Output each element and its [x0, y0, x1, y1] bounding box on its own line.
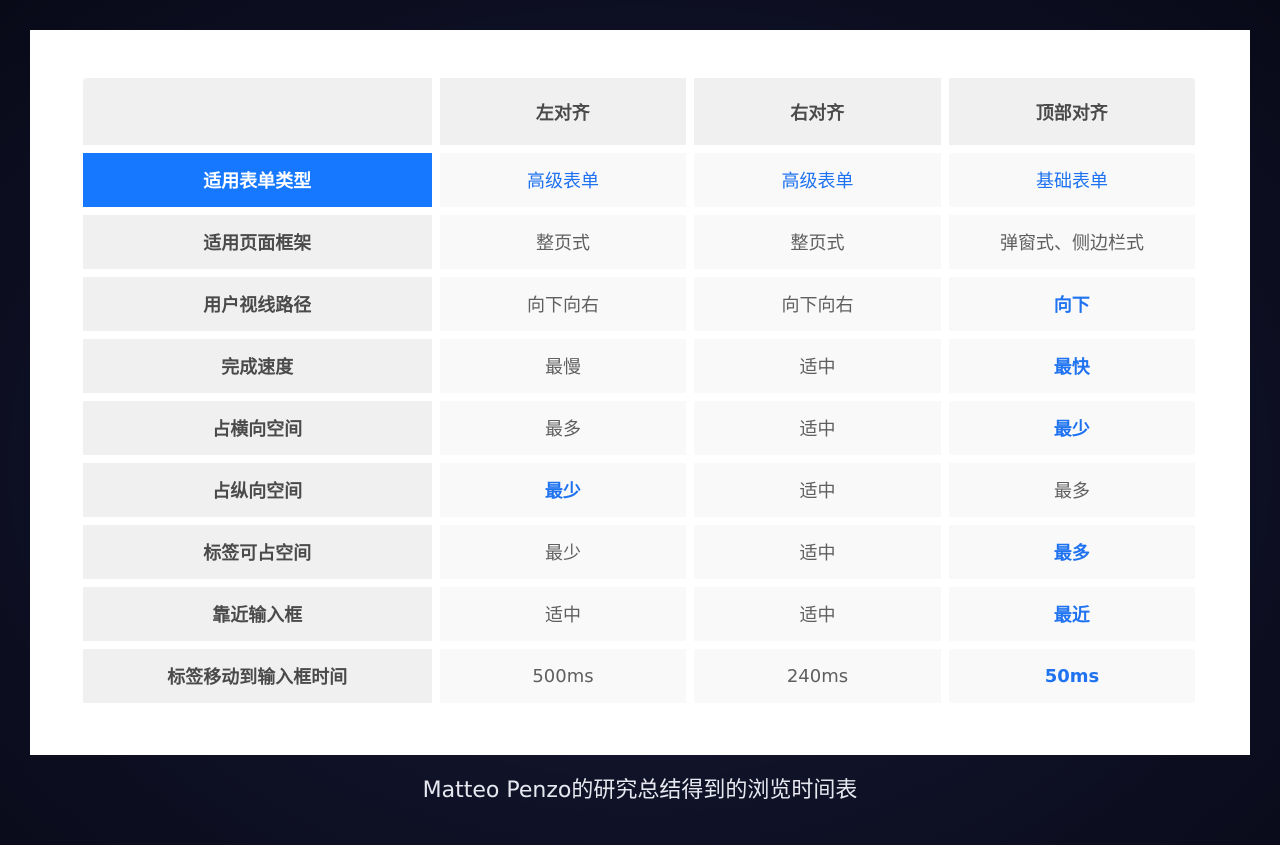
- table-cell: 弹窗式、侧边栏式: [949, 215, 1195, 269]
- table-cell: 整页式: [694, 215, 941, 269]
- row-label: 标签可占空间: [83, 525, 432, 579]
- row-label: 占纵向空间: [83, 463, 432, 517]
- table-cell-highlight: 最少: [949, 401, 1195, 455]
- table-cell: 适中: [694, 401, 941, 455]
- row-label: 靠近输入框: [83, 587, 432, 641]
- table-cell: 向下向右: [440, 277, 686, 331]
- table-cell: 500ms: [440, 649, 686, 703]
- table-cell: 最慢: [440, 339, 686, 393]
- table-cell: 最少: [440, 525, 686, 579]
- table-cell: 向下向右: [694, 277, 941, 331]
- table-cell: 适中: [440, 587, 686, 641]
- table-cell: 最多: [440, 401, 686, 455]
- table-cell: 适中: [694, 339, 941, 393]
- table-header-top-align: 顶部对齐: [949, 78, 1195, 145]
- table-cell-highlight: 50ms: [949, 649, 1195, 703]
- figure-caption: Matteo Penzo的研究总结得到的浏览时间表: [422, 778, 858, 803]
- table-cell-highlight: 最近: [949, 587, 1195, 641]
- row-label: 适用表单类型: [83, 153, 432, 207]
- row-label: 适用页面框架: [83, 215, 432, 269]
- table-cell: 最多: [949, 463, 1195, 517]
- table-header-corner: [83, 78, 432, 145]
- table-header-left-align: 左对齐: [440, 78, 686, 145]
- table-cell: 高级表单: [694, 153, 941, 207]
- table-cell: 基础表单: [949, 153, 1195, 207]
- table-cell-highlight: 最少: [440, 463, 686, 517]
- table-cell: 适中: [694, 587, 941, 641]
- table-cell: 整页式: [440, 215, 686, 269]
- row-label: 占横向空间: [83, 401, 432, 455]
- table-cell: 240ms: [694, 649, 941, 703]
- row-label: 完成速度: [83, 339, 432, 393]
- table-cell: 适中: [694, 463, 941, 517]
- row-label: 用户视线路径: [83, 277, 432, 331]
- table-cell: 高级表单: [440, 153, 686, 207]
- table-cell: 适中: [694, 525, 941, 579]
- table-cell-highlight: 最快: [949, 339, 1195, 393]
- table-header-right-align: 右对齐: [694, 78, 941, 145]
- comparison-table: 左对齐 右对齐 顶部对齐 适用表单类型 高级表单 高级表单 基础表单 适用页面框…: [83, 78, 1195, 711]
- table-cell-highlight: 最多: [949, 525, 1195, 579]
- table-panel: 左对齐 右对齐 顶部对齐 适用表单类型 高级表单 高级表单 基础表单 适用页面框…: [30, 30, 1250, 755]
- table-cell-highlight: 向下: [949, 277, 1195, 331]
- row-label: 标签移动到输入框时间: [83, 649, 432, 703]
